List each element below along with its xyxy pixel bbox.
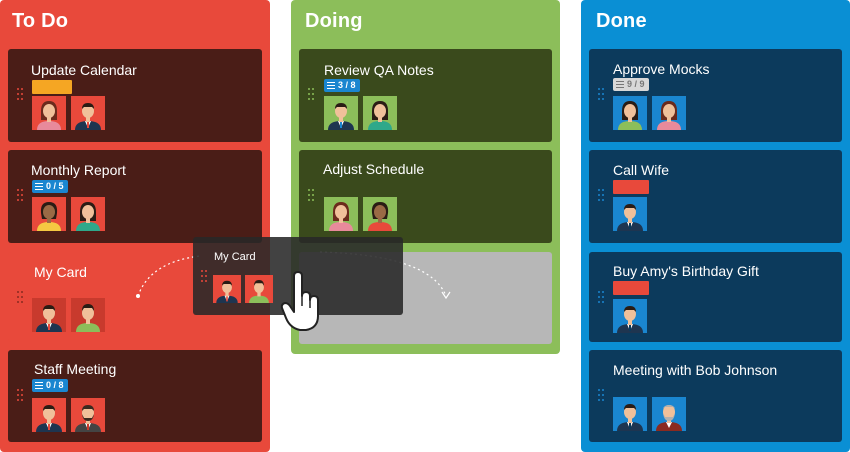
avatar xyxy=(324,197,358,231)
checklist-icon xyxy=(616,81,624,88)
avatar xyxy=(652,397,686,431)
drag-handle-icon[interactable] xyxy=(598,189,604,205)
drag-handle-icon[interactable] xyxy=(17,88,23,104)
card-monthly-report[interactable]: Monthly Report 0 / 5 xyxy=(8,150,262,243)
avatar xyxy=(613,397,647,431)
checklist-badge: 0 / 5 xyxy=(32,180,68,193)
label-bar xyxy=(613,281,649,295)
card-review-qa-notes[interactable]: Review QA Notes 3 / 8 xyxy=(299,49,552,142)
avatar xyxy=(32,298,66,332)
drag-handle-icon[interactable] xyxy=(598,389,604,405)
avatar xyxy=(245,275,273,303)
drag-handle-icon[interactable] xyxy=(201,270,207,286)
drag-handle-icon[interactable] xyxy=(17,189,23,205)
avatar xyxy=(213,275,241,303)
card-title: Meeting with Bob Johnson xyxy=(613,362,778,378)
card-title: My Card xyxy=(214,251,256,263)
avatar xyxy=(71,197,105,231)
avatar xyxy=(32,96,66,130)
avatar xyxy=(71,398,105,432)
card-title: Call Wife xyxy=(613,162,670,178)
avatar xyxy=(32,398,66,432)
drag-handle-icon[interactable] xyxy=(308,88,314,104)
drag-handle-icon[interactable] xyxy=(17,291,23,307)
checklist-icon xyxy=(327,82,335,89)
avatar xyxy=(652,96,686,130)
checklist-count: 3 / 8 xyxy=(338,80,356,90)
card-staff-meeting[interactable]: Staff Meeting 0 / 8 xyxy=(8,350,262,442)
card-title: Buy Amy's Birthday Gift xyxy=(613,263,759,279)
avatar xyxy=(613,96,647,130)
column-title: To Do xyxy=(12,10,69,32)
avatar xyxy=(613,299,647,333)
avatar xyxy=(71,298,105,332)
avatar xyxy=(363,96,397,130)
label-bar xyxy=(32,80,72,94)
avatar xyxy=(324,96,358,130)
card-update-calendar[interactable]: Update Calendar xyxy=(8,49,262,142)
card-title: Adjust Schedule xyxy=(323,161,425,177)
card-title: My Card xyxy=(34,264,87,280)
card-title: Update Calendar xyxy=(31,62,137,78)
checklist-badge: 3 / 8 xyxy=(324,79,360,92)
drag-handle-icon[interactable] xyxy=(598,291,604,307)
card-call-wife[interactable]: Call Wife xyxy=(589,150,842,243)
checklist-badge: 9 / 9 xyxy=(613,78,649,91)
checklist-count: 0 / 8 xyxy=(46,380,64,390)
card-title: Approve Mocks xyxy=(613,61,710,77)
column-title: Doing xyxy=(305,10,363,32)
card-buy-birthday-gift[interactable]: Buy Amy's Birthday Gift xyxy=(589,252,842,342)
checklist-count: 9 / 9 xyxy=(627,79,645,89)
drag-handle-icon[interactable] xyxy=(308,189,314,205)
card-title: Staff Meeting xyxy=(34,361,117,377)
card-title: Monthly Report xyxy=(31,162,126,178)
card-meeting-bob-johnson[interactable]: Meeting with Bob Johnson xyxy=(589,350,842,442)
card-title: Review QA Notes xyxy=(324,62,434,78)
drag-handle-icon[interactable] xyxy=(598,88,604,104)
checklist-badge: 0 / 8 xyxy=(32,379,68,392)
drag-handle-icon[interactable] xyxy=(17,389,23,405)
card-adjust-schedule[interactable]: Adjust Schedule xyxy=(299,150,552,243)
label-bar xyxy=(613,180,649,194)
checklist-icon xyxy=(35,183,43,190)
checklist-icon xyxy=(35,382,43,389)
hand-cursor-icon xyxy=(280,271,319,331)
avatar xyxy=(71,96,105,130)
avatar xyxy=(363,197,397,231)
avatar xyxy=(32,197,66,231)
checklist-count: 0 / 5 xyxy=(46,181,64,191)
card-approve-mocks[interactable]: Approve Mocks 9 / 9 xyxy=(589,49,842,142)
avatar xyxy=(613,197,647,231)
column-title: Done xyxy=(596,10,647,32)
